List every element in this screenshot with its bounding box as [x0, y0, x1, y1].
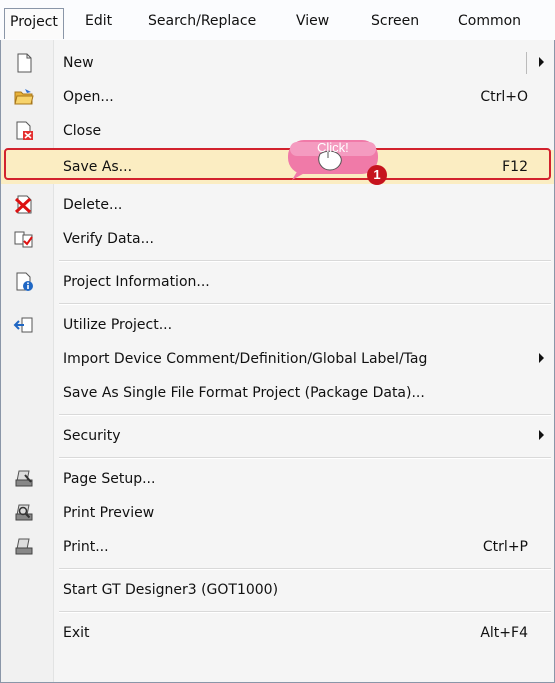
- menu-item-label: Print Preview: [63, 505, 155, 521]
- separator: [59, 612, 551, 613]
- menu-item-start-gt-designer3[interactable]: Start GT Designer3 (GOT1000): [1, 573, 554, 607]
- menu-item-project-information[interactable]: Project Information...: [1, 265, 554, 299]
- menu-item-label: Exit: [63, 625, 90, 641]
- menu-item-label: Save As Single File Format Project (Pack…: [63, 385, 425, 401]
- menu-edit[interactable]: Edit: [85, 10, 112, 32]
- menu-item-open[interactable]: Open... Ctrl+O: [1, 80, 554, 114]
- menu-item-verify-data[interactable]: Verify Data...: [1, 222, 554, 256]
- menu-item-label: Project Information...: [63, 274, 210, 290]
- menu-item-page-setup[interactable]: Page Setup...: [1, 462, 554, 496]
- menu-item-label: Import Device Comment/Definition/Global …: [63, 351, 428, 367]
- menu-item-import-device-comment[interactable]: Import Device Comment/Definition/Global …: [1, 342, 554, 376]
- project-dropdown-menu: New Open... Ctrl+O Close Save Ctrl+S Sav…: [0, 40, 555, 683]
- shortcut-text: Ctrl+O: [480, 89, 528, 105]
- menu-item-label: Utilize Project...: [63, 317, 173, 333]
- separator: [59, 569, 551, 570]
- menu-screen[interactable]: Screen: [371, 10, 419, 32]
- menu-item-label: Verify Data...: [63, 231, 154, 247]
- menu-item-label: Page Setup...: [63, 471, 156, 487]
- callout-text: Click!: [317, 140, 349, 155]
- new-document-icon: [13, 53, 35, 73]
- submenu-arrow-icon: [539, 57, 544, 67]
- menu-item-label: Close: [63, 123, 102, 139]
- step-badge: 1: [367, 165, 387, 185]
- printer-icon: [13, 537, 35, 557]
- menu-search-replace[interactable]: Search/Replace: [148, 10, 256, 32]
- menu-item-exit[interactable]: Exit Alt+F4: [1, 616, 554, 650]
- menu-item-print[interactable]: Print... Ctrl+P: [1, 530, 554, 564]
- separator: [59, 261, 551, 262]
- menu-item-label: Delete...: [63, 197, 123, 213]
- submenu-divider: [526, 52, 527, 74]
- menu-item-print-preview[interactable]: Print Preview: [1, 496, 554, 530]
- utilize-icon: [13, 315, 35, 335]
- separator: [59, 415, 551, 416]
- menu-common[interactable]: Common: [458, 10, 521, 32]
- submenu-arrow-icon: [539, 430, 544, 440]
- shortcut-text: Ctrl+P: [482, 539, 528, 555]
- highlight-frame: [4, 148, 551, 180]
- menu-item-new[interactable]: New: [1, 46, 554, 80]
- menu-item-utilize-project[interactable]: Utilize Project...: [1, 308, 554, 342]
- menu-item-close[interactable]: Close: [1, 114, 554, 148]
- menu-item-save-as-single-file[interactable]: Save As Single File Format Project (Pack…: [1, 376, 554, 410]
- menu-project[interactable]: Project: [4, 8, 64, 39]
- menu-bar: Project Edit Search/Replace View Screen …: [0, 0, 555, 41]
- delete-icon: [13, 195, 35, 215]
- menu-item-label: Open...: [63, 89, 114, 105]
- open-folder-icon: [13, 87, 35, 107]
- submenu-arrow-icon: [539, 353, 544, 363]
- separator: [59, 304, 551, 305]
- shortcut-text: Alt+F4: [480, 625, 528, 641]
- menu-item-security[interactable]: Security: [1, 419, 554, 453]
- menu-item-label: Security: [63, 428, 121, 444]
- menu-item-label: New: [63, 55, 94, 71]
- menu-item-delete[interactable]: Delete...: [1, 188, 554, 222]
- project-info-icon: [13, 272, 35, 292]
- menu-item-label: Start GT Designer3 (GOT1000): [63, 582, 279, 598]
- page-setup-icon: [13, 469, 35, 489]
- verify-icon: [13, 229, 35, 249]
- separator: [59, 458, 551, 459]
- close-document-icon: [13, 121, 35, 141]
- menu-view[interactable]: View: [296, 10, 329, 32]
- print-preview-icon: [13, 503, 35, 523]
- menu-item-label: Print...: [63, 539, 109, 555]
